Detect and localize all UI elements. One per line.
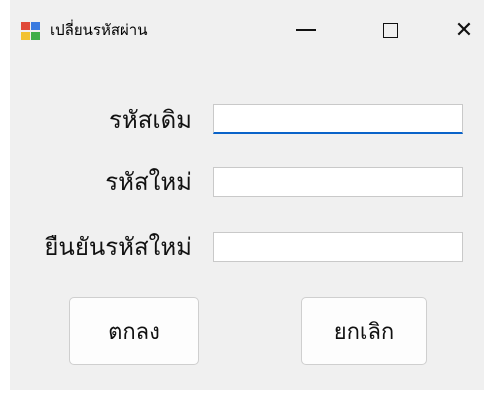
minimize-icon	[296, 29, 316, 31]
maximize-icon	[382, 22, 398, 38]
app-icon	[21, 22, 41, 40]
close-icon: ✕	[454, 17, 474, 43]
ok-button[interactable]: ตกลง	[69, 297, 199, 365]
ok-button-label: ตกลง	[108, 319, 160, 345]
cancel-button-label: ยกเลิก	[333, 319, 395, 345]
close-button[interactable]: ✕	[442, 10, 486, 50]
new-password-label: รหัสใหม่	[105, 168, 192, 196]
confirm-password-label: ยืนยันรหัสใหม่	[44, 233, 192, 261]
change-password-window: เปลี่ยนรหัสผ่าน ✕ รหัสเดิม รหัสใหม่ ยืนย…	[10, 0, 484, 390]
maximize-button[interactable]	[368, 10, 412, 50]
title-bar[interactable]: เปลี่ยนรหัสผ่าน ✕	[10, 0, 484, 62]
minimize-button[interactable]	[284, 10, 328, 50]
old-password-label: รหัสเดิม	[109, 106, 192, 134]
old-password-input[interactable]	[213, 104, 463, 134]
window-title: เปลี่ยนรหัสผ่าน	[50, 21, 148, 39]
confirm-password-input[interactable]	[213, 232, 463, 262]
cancel-button[interactable]: ยกเลิก	[301, 297, 427, 365]
new-password-input[interactable]	[213, 167, 463, 197]
